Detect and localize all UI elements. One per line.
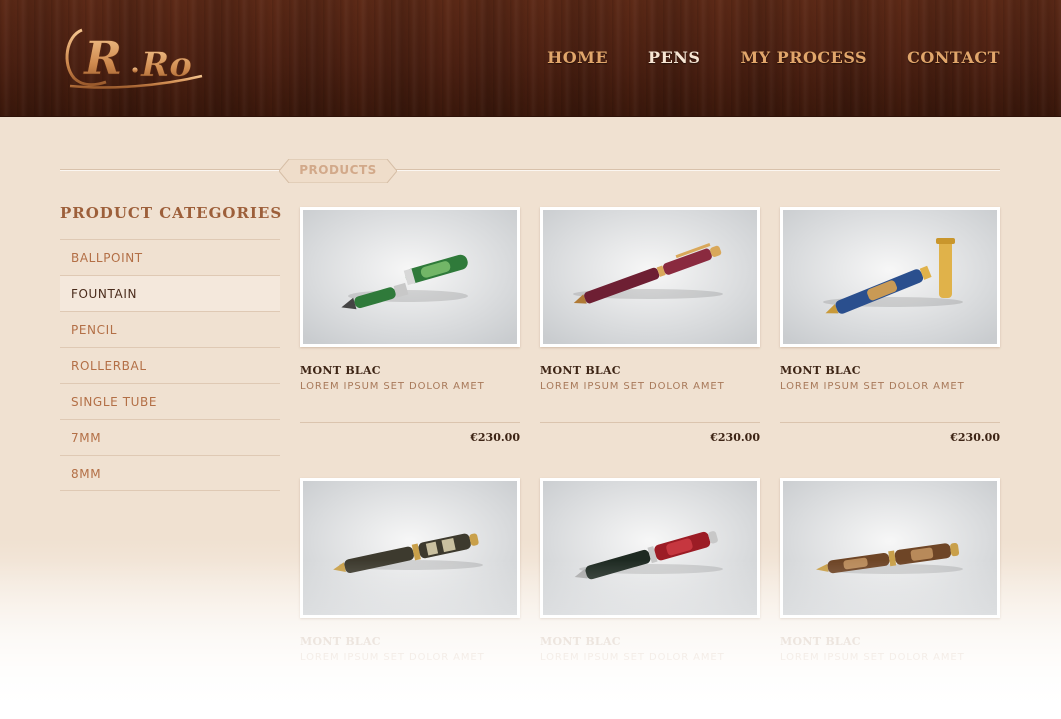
product-card: MONT BLAC LOREM IPSUM SET DOLOR AMET €23… [540,207,760,444]
product-image[interactable] [540,478,760,618]
pen-image [543,210,757,344]
category-ballpoint[interactable]: BALLPOINT [60,239,280,275]
sidebar-title: PRODUCT CATEGORIES [60,204,283,222]
product-description: LOREM IPSUM SET DOLOR AMET [540,381,725,392]
pen-image [783,481,997,615]
product-name[interactable]: MONT BLAC [780,364,1000,377]
category-pencil[interactable]: PENCIL [60,311,280,347]
product-description: LOREM IPSUM SET DOLOR AMET [540,652,725,663]
category-single-tube[interactable]: SINGLE TUBE [60,383,280,419]
category-fountain[interactable]: FOUNTAIN [60,275,280,311]
product-description: LOREM IPSUM SET DOLOR AMET [780,381,965,392]
product-card: MONT BLAC LOREM IPSUM SET DOLOR AMET [300,478,520,663]
main-nav: HOME PENS MY PROCESS CONTACT [547,48,1000,67]
product-image[interactable] [540,207,760,347]
product-divider [540,422,760,423]
nav-home[interactable]: HOME [547,48,608,67]
product-card: MONT BLAC LOREM IPSUM SET DOLOR AMET €23… [300,207,520,444]
product-card: MONT BLAC LOREM IPSUM SET DOLOR AMET [540,478,760,663]
product-description: LOREM IPSUM SET DOLOR AMET [300,381,485,392]
product-description: LOREM IPSUM SET DOLOR AMET [300,652,485,663]
product-image[interactable] [300,478,520,618]
pen-image [303,481,517,615]
product-price: €230.00 [470,431,520,444]
category-list: BALLPOINT FOUNTAIN PENCIL ROLLERBAL SING… [60,239,280,491]
pen-image [783,210,997,344]
product-divider [300,422,520,423]
product-name[interactable]: MONT BLAC [540,364,760,377]
product-card: MONT BLAC LOREM IPSUM SET DOLOR AMET €23… [780,207,1000,444]
nav-contact[interactable]: CONTACT [907,48,1000,67]
product-description: LOREM IPSUM SET DOLOR AMET [780,652,965,663]
pen-image [543,481,757,615]
product-divider [780,422,1000,423]
product-image[interactable] [780,207,1000,347]
product-image[interactable] [780,478,1000,618]
svg-text:Ro: Ro [140,45,192,85]
section-title: PRODUCTS [299,163,377,177]
nav-pens[interactable]: PENS [648,48,700,67]
nav-my-process[interactable]: MY PROCESS [740,48,867,67]
product-name[interactable]: MONT BLAC [540,635,760,648]
logo[interactable]: R Ro [60,20,206,92]
product-price: €230.00 [950,431,1000,444]
product-price: €230.00 [710,431,760,444]
category-rollerbal[interactable]: ROLLERBAL [60,347,280,383]
category-7mm[interactable]: 7MM [60,419,280,455]
product-name[interactable]: MONT BLAC [780,635,1000,648]
product-card: MONT BLAC LOREM IPSUM SET DOLOR AMET [780,478,1000,663]
svg-text:R: R [82,31,122,85]
product-name[interactable]: MONT BLAC [300,364,520,377]
category-8mm[interactable]: 8MM [60,455,280,491]
product-name[interactable]: MONT BLAC [300,635,520,648]
section-divider [60,169,1000,170]
product-image[interactable] [300,207,520,347]
pen-image [303,210,517,344]
site-header: R Ro HOME PENS MY PROCESS CONTACT [0,0,1061,117]
